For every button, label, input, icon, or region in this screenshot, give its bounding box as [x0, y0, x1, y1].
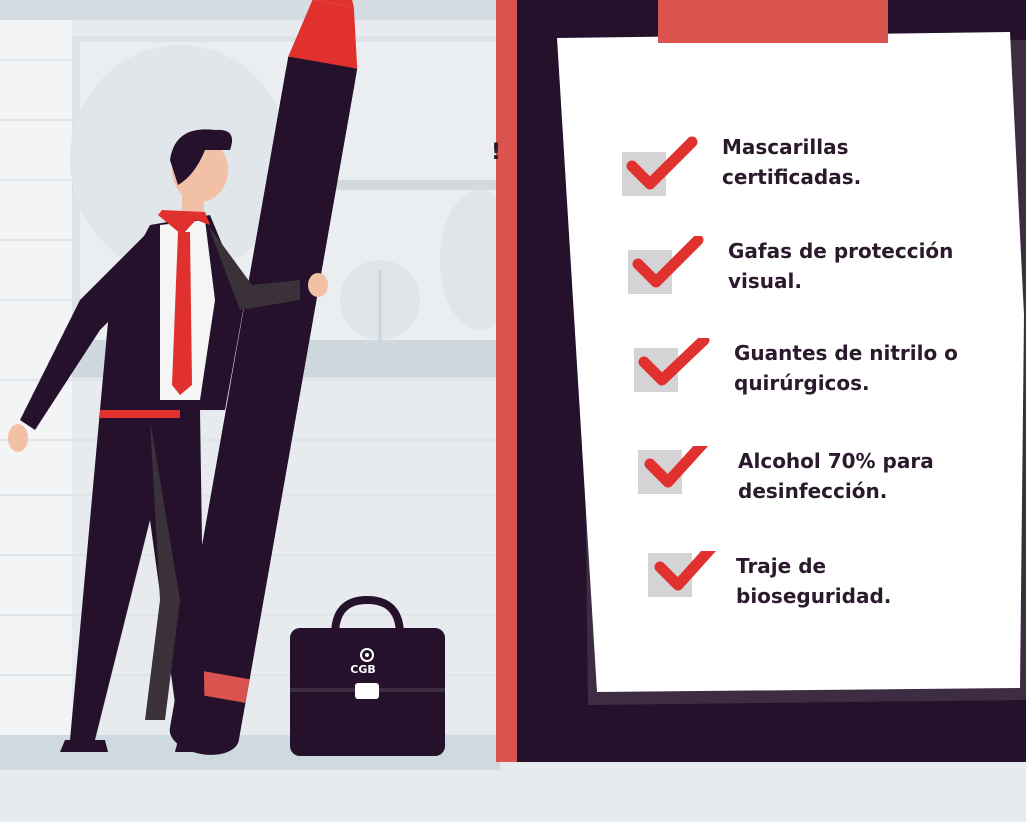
checklist-item-gloves: Guantes de nitrilo o quirúrgicos.	[634, 338, 958, 408]
exclamation-fragment: !	[491, 140, 502, 165]
checklist-item-label: Alcohol 70% para desinfección.	[738, 449, 934, 503]
checklist-item-label: Gafas de protección visual.	[728, 239, 954, 293]
checkmark-icon	[628, 236, 704, 294]
checklist-item-label: Mascarillas certificadas.	[722, 135, 862, 189]
checkmark-icon	[634, 338, 710, 392]
checklist-item-goggles: Gafas de protección visual.	[628, 236, 953, 306]
checklist-item-alcohol: Alcohol 70% para desinfección.	[638, 446, 958, 516]
background-illustration	[0, 0, 1026, 822]
checklist-item-label: Guantes de nitrilo o quirúrgicos.	[734, 341, 958, 395]
briefcase-brand-label: CGB	[350, 663, 376, 676]
checkmark-icon	[622, 136, 698, 196]
checkmark-icon	[638, 446, 709, 494]
checkmark-icon	[648, 551, 716, 597]
checklist-item-masks: Mascarillas certificadas.	[622, 132, 942, 202]
illustration-scene: CGB ! Mascarillas certificadas. Gafas de…	[0, 0, 1026, 822]
checklist-item-label: Traje de bioseguridad.	[736, 554, 892, 608]
checklist-item-suit: Traje de bioseguridad.	[648, 551, 968, 621]
